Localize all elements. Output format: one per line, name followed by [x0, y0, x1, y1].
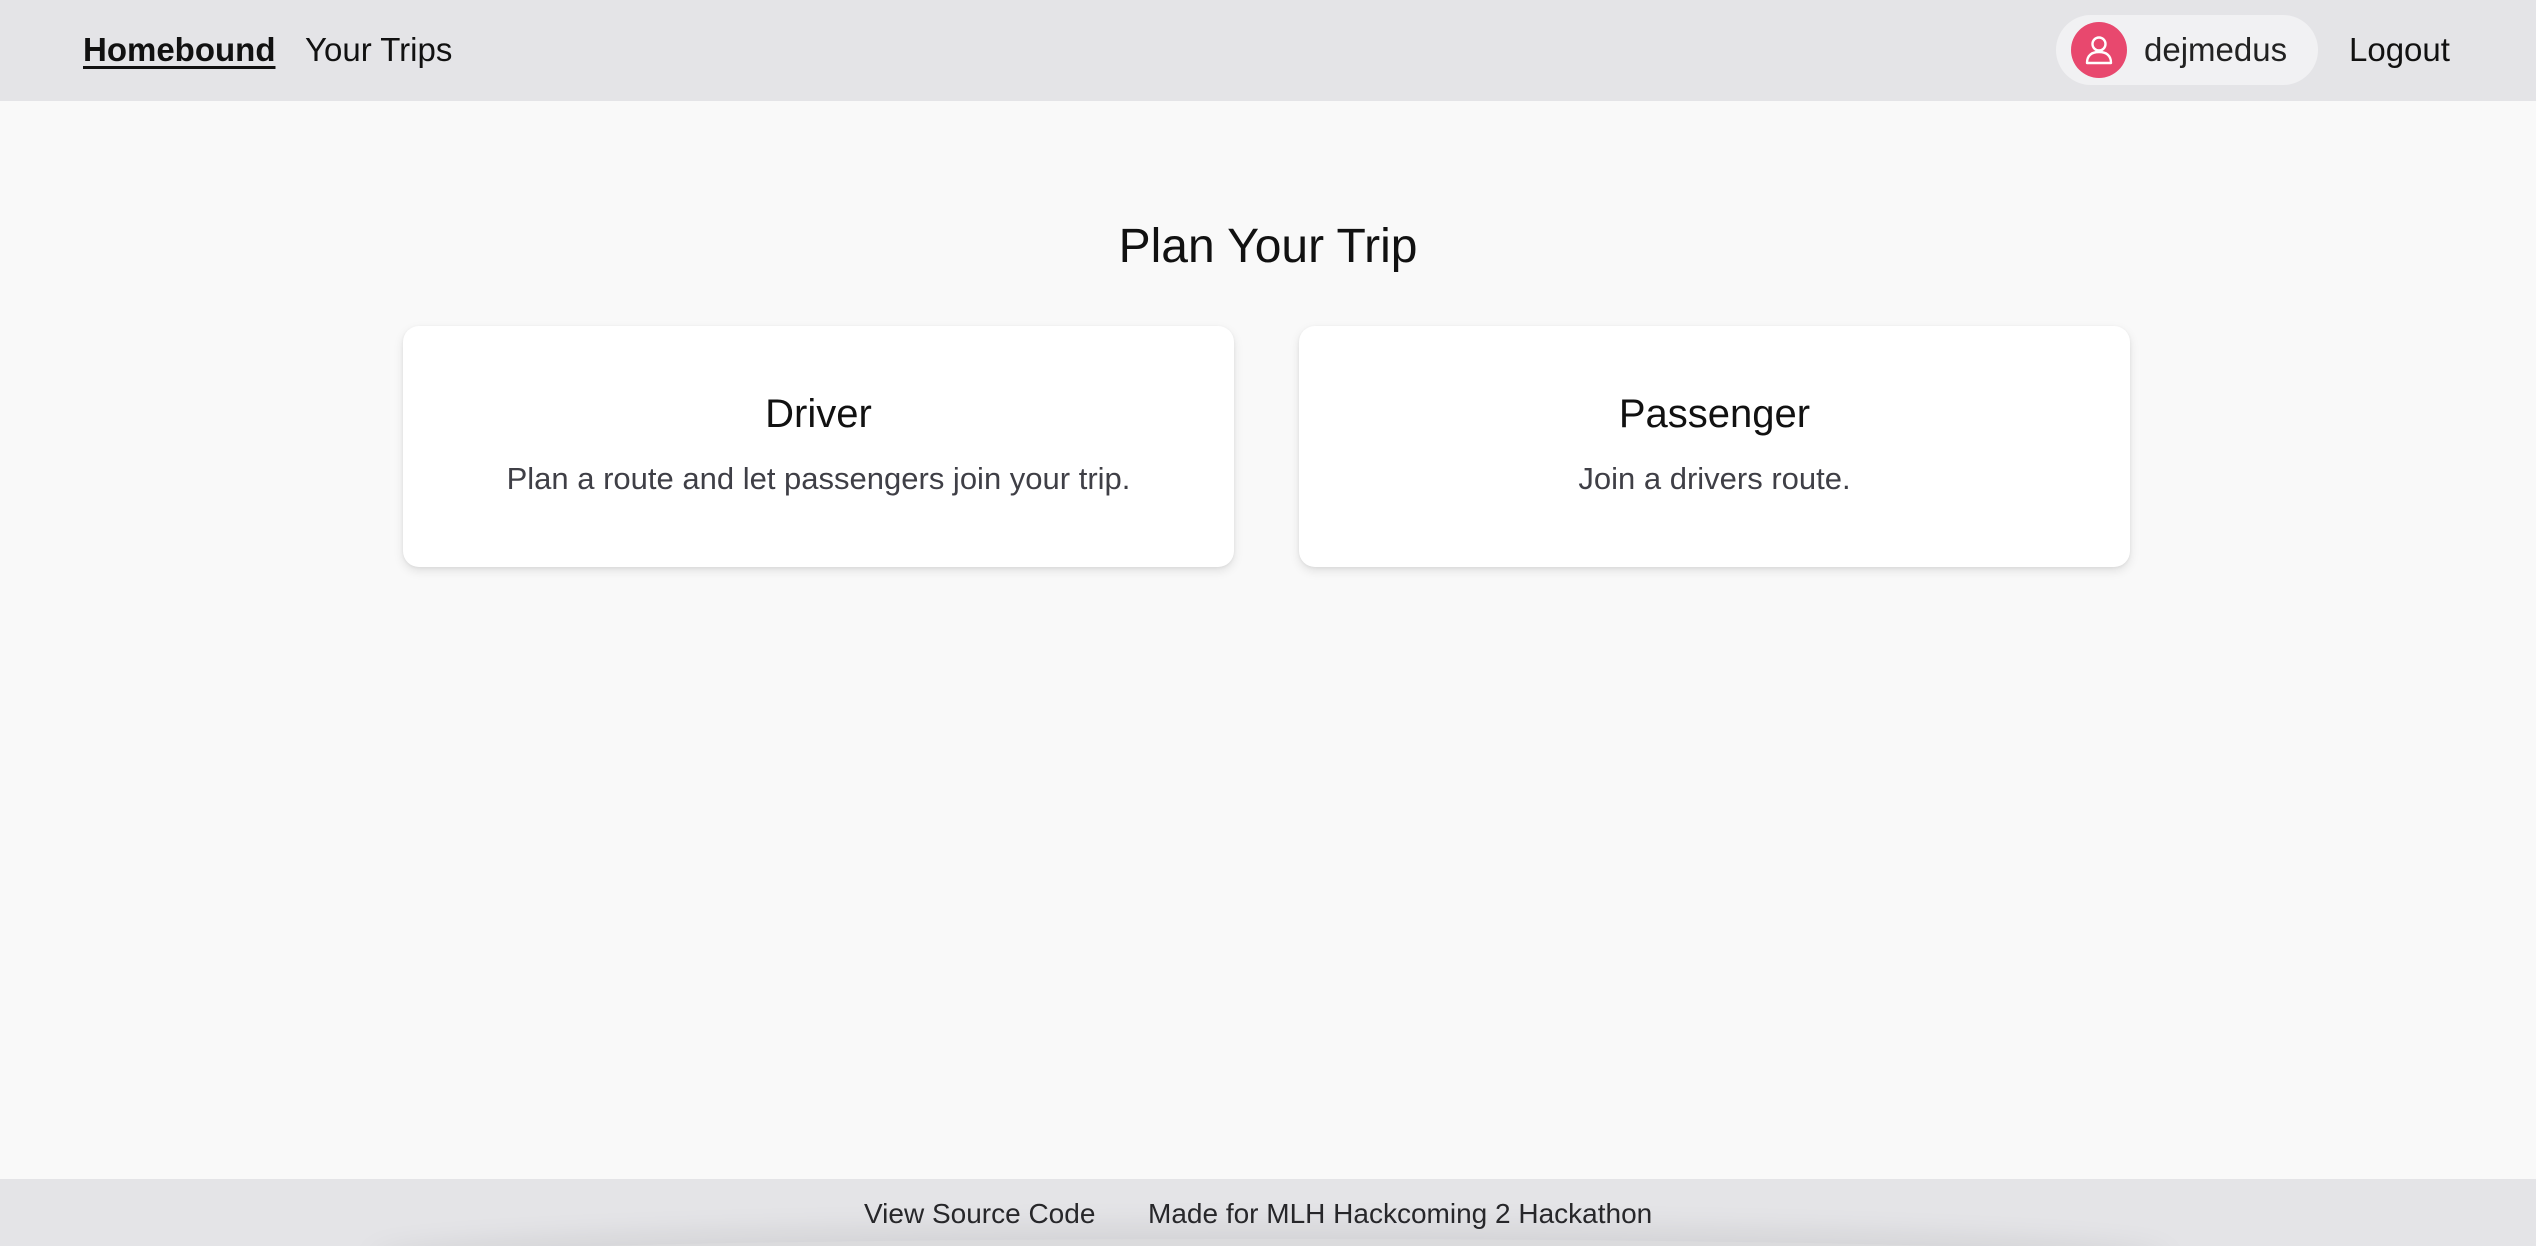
passenger-card-description: Join a drivers route.	[1578, 461, 1851, 496]
logout-button[interactable]: Logout	[2349, 30, 2450, 70]
passenger-card[interactable]: Passenger Join a drivers route.	[1299, 326, 2130, 567]
top-navbar: Homebound Your Trips dejmedus Logout	[0, 0, 2536, 101]
driver-card-description: Plan a route and let passengers join you…	[506, 461, 1131, 496]
user-icon	[2085, 36, 2113, 65]
made-for-text: Made for MLH Hackcoming 2 Hackathon	[1148, 1198, 1653, 1229]
username-label: dejmedus	[2144, 31, 2288, 68]
brand-home-link[interactable]: Homebound	[83, 30, 275, 70]
page-title: Plan Your Trip	[1118, 220, 1418, 273]
your-trips-link[interactable]: Your Trips	[305, 30, 452, 70]
view-source-link[interactable]: View Source Code	[864, 1197, 1095, 1231]
footer-shadow	[380, 1239, 2160, 1246]
passenger-card-title: Passenger	[1618, 392, 1811, 436]
page-footer: View Source Code Made for MLH Hackcoming…	[0, 1179, 2536, 1246]
driver-card-title: Driver	[765, 392, 872, 436]
user-profile-pill[interactable]: dejmedus	[2056, 15, 2318, 85]
driver-card[interactable]: Driver Plan a route and let passengers j…	[403, 326, 1234, 567]
avatar	[2071, 22, 2127, 78]
